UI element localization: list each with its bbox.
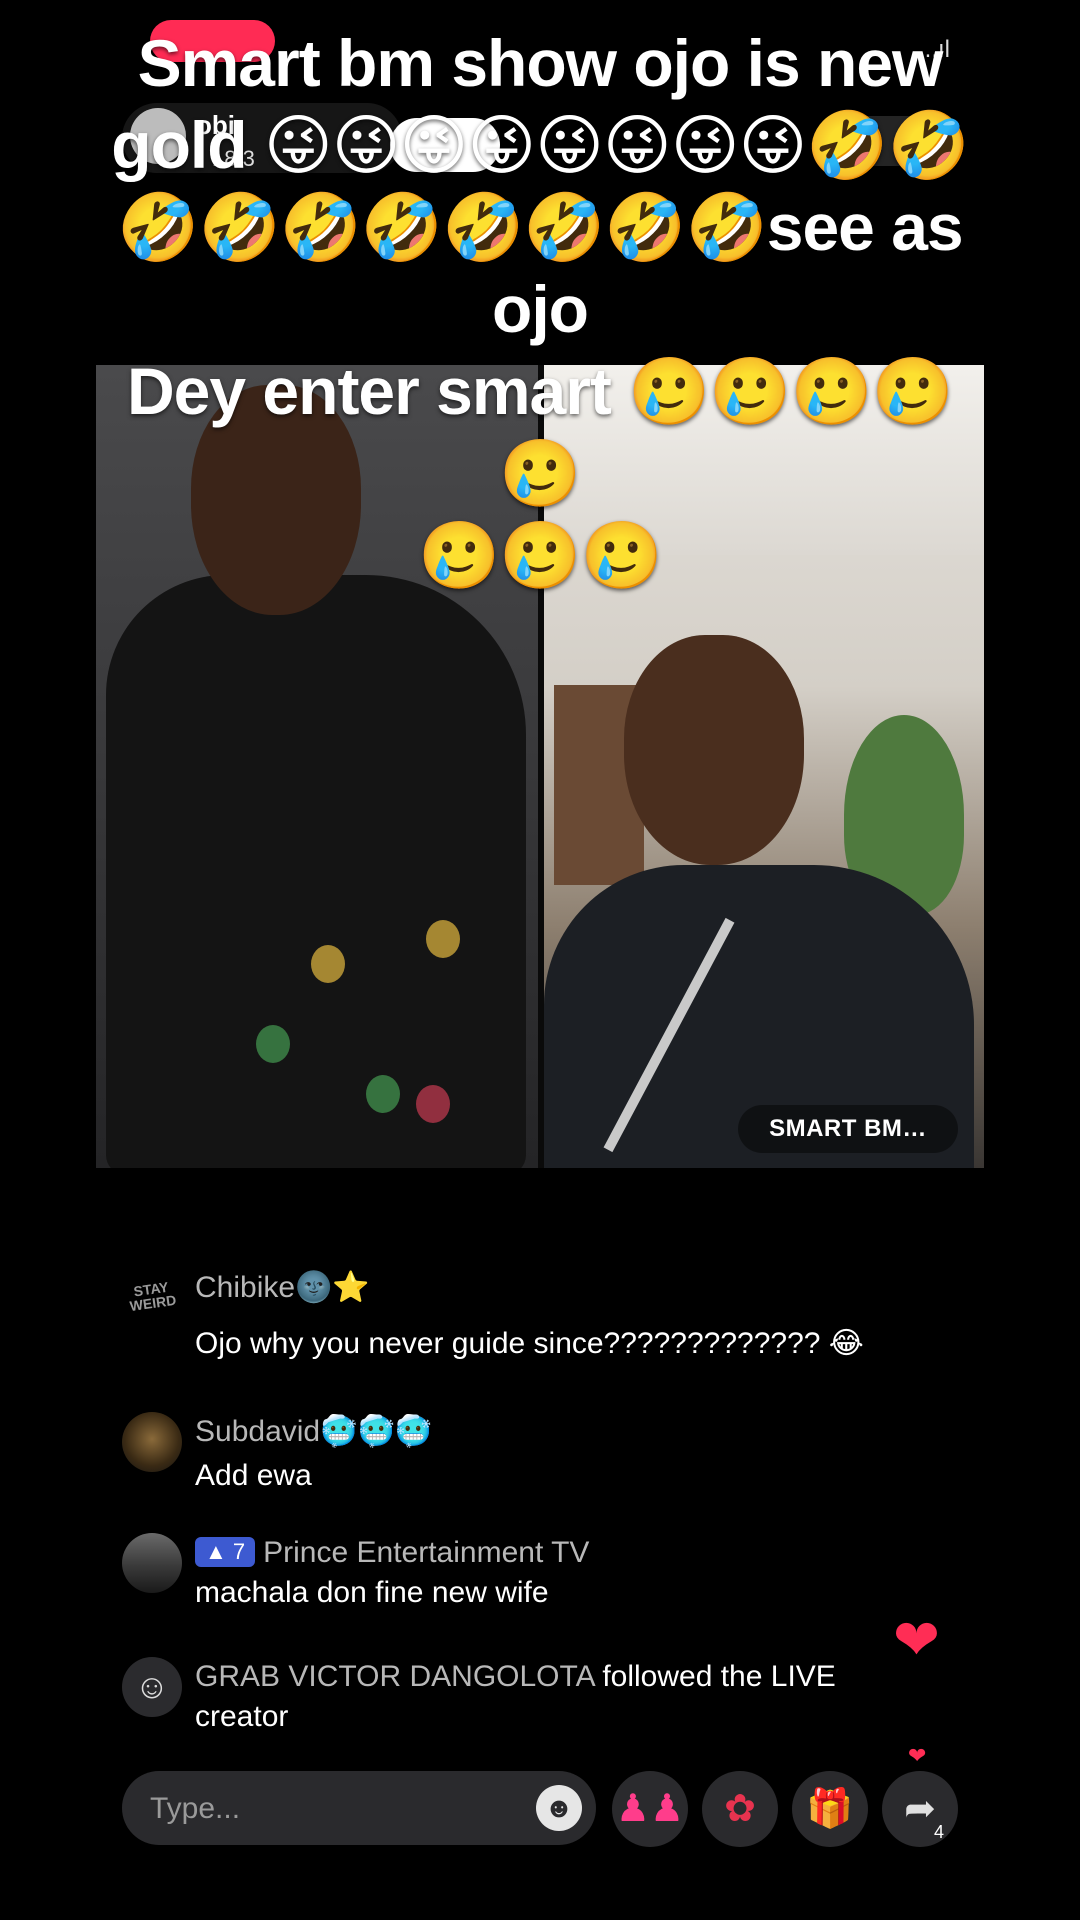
comment-text: Add ewa xyxy=(195,1459,312,1492)
commenter-avatar[interactable] xyxy=(122,1533,182,1593)
stay-weird-logo: STAY WEIRD xyxy=(128,1278,178,1315)
commenter-avatar[interactable]: STAY WEIRD xyxy=(122,1268,182,1328)
caption-line: gold 😜😜😜😜😜😜😜😜🤣🤣 xyxy=(111,108,969,182)
caption-line: Dey enter smart 🥲🥲🥲🥲🥲 xyxy=(127,354,954,510)
heart-icon: ❤ xyxy=(908,1743,927,1768)
badge-level: 7 xyxy=(232,1539,246,1564)
comment-text: Ojo why you never guide since???????????… xyxy=(195,1327,864,1360)
comment-username[interactable]: Subdavid🥶🥶🥶 xyxy=(195,1412,965,1452)
commenter-avatar[interactable] xyxy=(122,1412,182,1472)
follow-notice-text: GRAB VICTOR DANGOLOTA followed the LIVE … xyxy=(195,1657,915,1737)
comment-username[interactable]: Prince Entertainment TV xyxy=(263,1536,589,1569)
share-count: 4 xyxy=(933,1822,944,1842)
video-caption: Smart bm show ojo is new gold 😜😜😜😜😜😜😜😜🤣🤣… xyxy=(100,22,980,596)
pants-patch xyxy=(416,1085,450,1123)
gift-icon: 🎁 xyxy=(806,1788,854,1830)
comment-text: machala don fine new wife xyxy=(195,1576,549,1609)
share-icon: ➦ xyxy=(904,1788,936,1830)
gift-button[interactable]: 🎁 xyxy=(792,1771,868,1847)
emoji-icon[interactable]: ☻ xyxy=(536,1785,582,1831)
opponent-name-tag[interactable]: SMART BM… xyxy=(738,1105,958,1153)
comment-input-box[interactable]: ☻ xyxy=(122,1771,596,1847)
rose-button[interactable]: ✿ xyxy=(702,1771,778,1847)
caption-line: Smart bm show ojo is new xyxy=(137,26,944,100)
caption-line: 🤣🤣🤣🤣🤣🤣🤣🤣see as ojo xyxy=(117,190,963,346)
fan-level-badge: ▲ 7 xyxy=(195,1537,256,1567)
comment-username[interactable]: Chibike🌚⭐ xyxy=(195,1268,965,1308)
caption-line: 🥲🥲🥲 xyxy=(418,518,663,592)
guests-icon: ♟♟ xyxy=(615,1788,685,1830)
pants-patch xyxy=(311,945,345,983)
comment-header: ▲ 7 Prince Entertainment TV xyxy=(195,1533,965,1573)
pants-patch xyxy=(366,1075,400,1113)
share-button[interactable]: ➦ 4 xyxy=(882,1771,958,1847)
right-person-head xyxy=(624,635,804,865)
follower-username[interactable]: GRAB VICTOR DANGOLOTA xyxy=(195,1660,594,1693)
pants-patch xyxy=(256,1025,290,1063)
comment-input[interactable] xyxy=(148,1771,532,1847)
rose-icon: ✿ xyxy=(724,1788,756,1830)
heart-icon: ❤ xyxy=(893,1608,940,1671)
pants-patch xyxy=(426,920,460,958)
follow-user-icon: ☺ xyxy=(122,1657,182,1717)
guests-button[interactable]: ♟♟ xyxy=(612,1771,688,1847)
left-person-body xyxy=(106,575,526,1168)
